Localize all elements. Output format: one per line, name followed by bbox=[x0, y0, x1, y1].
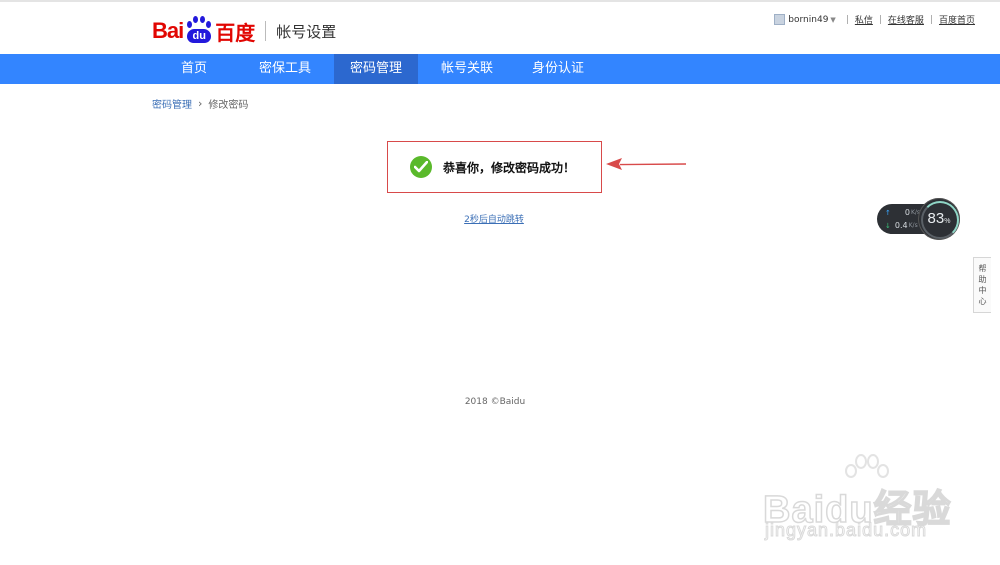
logo-cn-text: 百度 bbox=[215, 20, 256, 45]
auto-redirect-link[interactable]: 2秒后自动跳转 bbox=[0, 212, 988, 225]
download-arrow-icon: ↓ bbox=[885, 221, 891, 230]
nav-item-password-management[interactable]: 密码管理 bbox=[334, 54, 418, 84]
upload-arrow-icon: ↑ bbox=[885, 208, 891, 217]
baidu-home-link[interactable]: 百度首页 bbox=[939, 13, 975, 26]
logo-du-text: du bbox=[187, 29, 212, 43]
divider: | bbox=[878, 14, 882, 25]
nav-item-home[interactable]: 首页 bbox=[152, 54, 236, 84]
footer-copyright: 2018 ©Baidu bbox=[464, 397, 526, 407]
download-speed: ↓ 0.4 K/s bbox=[885, 221, 918, 230]
nav-item-identity-verification[interactable]: 身份认证 bbox=[516, 54, 600, 84]
baidu-jingyan-watermark: Baidu经验 jingyan.baidu.com bbox=[762, 454, 963, 546]
baidu-logo[interactable]: Bai du 百度 帐号设置 bbox=[152, 14, 336, 48]
divider: | bbox=[845, 14, 849, 25]
gauge-percent: 83% bbox=[918, 198, 960, 243]
chevron-down-icon[interactable]: ▼ bbox=[830, 16, 835, 24]
watermark-url: jingyan.baidu.com bbox=[764, 520, 928, 541]
help-center-tab[interactable]: 帮助中心 bbox=[973, 257, 991, 313]
upload-speed: ↑ 0 K/s bbox=[885, 208, 920, 217]
download-speed-unit: K/s bbox=[908, 222, 918, 229]
breadcrumb-current: 修改密码 bbox=[208, 100, 249, 111]
breadcrumb: 密码管理 › 修改密码 bbox=[152, 96, 248, 111]
chevron-right-icon: › bbox=[198, 97, 203, 110]
breadcrumb-parent-link[interactable]: 密码管理 bbox=[152, 96, 192, 111]
nav-item-account-linking[interactable]: 帐号关联 bbox=[425, 54, 509, 84]
check-circle-icon bbox=[410, 156, 432, 178]
page-section-title: 帐号设置 bbox=[276, 22, 337, 41]
gauge-percent-sign: % bbox=[944, 218, 951, 225]
paw-icon: du bbox=[184, 16, 214, 46]
annotation-arrow-icon bbox=[606, 158, 687, 170]
success-message-box: 恭喜你，修改密码成功！ bbox=[387, 141, 602, 193]
download-speed-value: 0.4 bbox=[894, 221, 908, 230]
logo-divider bbox=[265, 21, 267, 41]
divider: | bbox=[929, 14, 933, 25]
username-link[interactable]: bornin49 bbox=[788, 15, 828, 25]
nav-item-security-tools[interactable]: 密保工具 bbox=[243, 54, 327, 84]
success-message-text: 恭喜你，修改密码成功！ bbox=[443, 160, 576, 175]
logo-bai-text: Bai bbox=[152, 18, 184, 43]
main-nav: 首页 密保工具 密码管理 帐号关联 身份认证 bbox=[0, 54, 1000, 84]
messages-link[interactable]: 私信 bbox=[855, 13, 873, 26]
help-center-label: 帮助中心 bbox=[978, 264, 987, 306]
online-service-link[interactable]: 在线客服 bbox=[888, 13, 924, 26]
memory-usage-gauge[interactable]: 83% bbox=[918, 198, 960, 240]
avatar[interactable] bbox=[774, 14, 786, 25]
upload-speed-value: 0 bbox=[904, 208, 910, 217]
user-bar: bornin49 ▼ | 私信 | 在线客服 | 百度首页 bbox=[774, 13, 975, 26]
gauge-percent-value: 83 bbox=[927, 210, 945, 227]
header: Bai du 百度 帐号设置 bornin49 ▼ | 私信 | 在线客服 | … bbox=[0, 2, 1000, 54]
